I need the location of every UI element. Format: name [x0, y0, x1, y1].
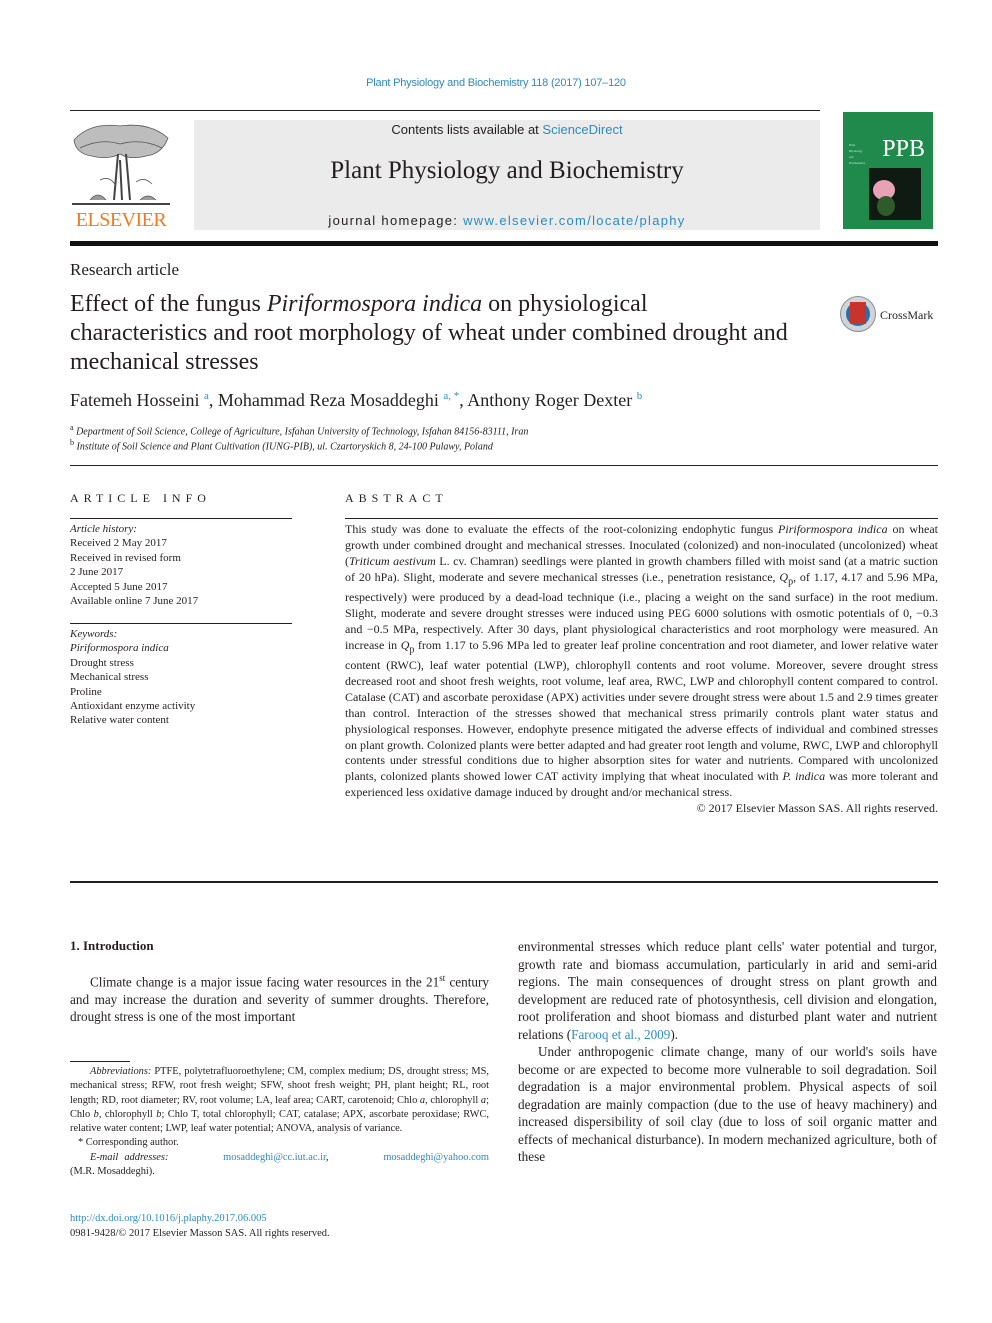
issn-copyright: 0981-9428/© 2017 Elsevier Masson SAS. Al… [70, 1228, 330, 1239]
affiliation-marker[interactable]: a [204, 390, 209, 402]
contents-available: Contents lists available at ScienceDirec… [391, 122, 623, 137]
introduction-heading: 1. Introduction [70, 938, 154, 953]
footnote-divider [70, 1061, 130, 1062]
history-item: 2 June 2017 [70, 566, 124, 579]
affiliation-marker[interactable]: a, * [443, 390, 459, 402]
doi-block: http://dx.doi.org/10.1016/j.plaphy.2017.… [70, 1211, 330, 1241]
affiliation-marker[interactable]: b [637, 390, 643, 402]
email-link[interactable]: mosaddeghi@cc.iut.ac.ir [223, 1152, 326, 1163]
keywords-divider [70, 623, 292, 624]
section-divider [70, 465, 938, 466]
body-paragraph: Climate change is a major issue facing w… [70, 973, 489, 1025]
doi-link[interactable]: http://dx.doi.org/10.1016/j.plaphy.2017.… [70, 1213, 267, 1224]
abstract-text: This study was done to evaluate the effe… [345, 522, 939, 816]
keyword: Piriformospora indica [70, 642, 169, 655]
crossmark-button[interactable]: CrossMark [840, 296, 940, 336]
front-matter-divider [70, 881, 938, 883]
email-footnote: E-mail addresses: mosaddeghi@cc.iut.ac.i… [90, 1151, 489, 1163]
history-item: Received 2 May 2017 [70, 537, 167, 550]
body-paragraph: Under anthropogenic climate change, many… [518, 1044, 937, 1164]
corresponding-author-note: * Corresponding author. [78, 1137, 179, 1149]
abstract-copyright: © 2017 Elsevier Masson SAS. All rights r… [696, 801, 938, 816]
author-name[interactable]: Mohammad Reza Mosaddeghi [218, 390, 439, 410]
abbreviations-footnote: Abbreviations: PTFE, polytetrafluoroethy… [70, 1066, 490, 1135]
author-name[interactable]: Anthony Roger Dexter [467, 390, 632, 410]
crossmark-icon [840, 296, 876, 332]
author-list: Fatemeh Hosseini a, Mohammad Reza Mosadd… [70, 390, 643, 410]
body-paragraph: environmental stresses which reduce plan… [518, 939, 937, 1042]
body-column-right: environmental stresses which reduce plan… [518, 938, 937, 1166]
affiliation: a Department of Soil Science, College of… [70, 423, 529, 438]
history-item: Received in revised form [70, 551, 181, 564]
body-column-left: 1. Introduction Climate change is a majo… [70, 938, 489, 1026]
footnotes: Abbreviations: PTFE, polytetrafluoroethy… [70, 1066, 490, 1178]
crossmark-label: CrossMark [880, 308, 934, 322]
homepage-link[interactable]: www.elsevier.com/locate/plaphy [463, 213, 686, 228]
abstract-divider [345, 518, 938, 519]
cover-journal-name: Plant Physiology and Biochemistry [849, 143, 866, 165]
elsevier-logo: ELSEVIER [70, 120, 172, 232]
elsevier-wordmark: ELSEVIER [75, 209, 167, 231]
cover-flower-image [869, 168, 921, 220]
keyword: Drought stress [70, 656, 134, 669]
keyword: Relative water content [70, 714, 169, 727]
journal-cover[interactable]: Plant Physiology and Biochemistry PPB [843, 112, 933, 229]
author-name[interactable]: Fatemeh Hosseini [70, 390, 199, 410]
article-info-divider [70, 518, 292, 519]
keyword: Mechanical stress [70, 671, 149, 684]
article-type: Research article [70, 260, 180, 279]
email-link[interactable]: mosaddeghi@yahoo.com [383, 1152, 489, 1163]
keywords: Keywords: Piriformospora indica Drought … [70, 627, 292, 728]
header-divider [70, 110, 820, 111]
sciencedirect-link[interactable]: ScienceDirect [542, 122, 622, 137]
reference-link[interactable]: Farooq et al., 2009 [571, 1027, 670, 1042]
header-thick-divider [70, 241, 938, 246]
journal-title: Plant Physiology and Biochemistry [330, 157, 684, 184]
article-title: Effect of the fungus Piriformospora indi… [70, 291, 788, 375]
journal-citation[interactable]: Plant Physiology and Biochemistry 118 (2… [0, 77, 992, 89]
history-item: Accepted 5 June 2017 [70, 580, 168, 593]
cover-abbreviation: PPB [882, 136, 925, 162]
abstract-heading: ABSTRACT [345, 491, 448, 505]
keyword: Antioxidant enzyme activity [70, 700, 196, 713]
affiliation: b Institute of Soil Science and Plant Cu… [70, 438, 493, 453]
journal-homepage: journal homepage: www.elsevier.com/locat… [328, 213, 686, 228]
article-info-heading: ARTICLE INFO [70, 491, 211, 505]
leaf-icon [877, 196, 895, 216]
elsevier-tree-icon [72, 124, 170, 205]
history-item: Available online 7 June 2017 [70, 595, 199, 608]
article-history: Article history: Received 2 May 2017 Rec… [70, 522, 292, 608]
keyword: Proline [70, 685, 102, 698]
journal-banner: Contents lists available at ScienceDirec… [194, 120, 820, 230]
